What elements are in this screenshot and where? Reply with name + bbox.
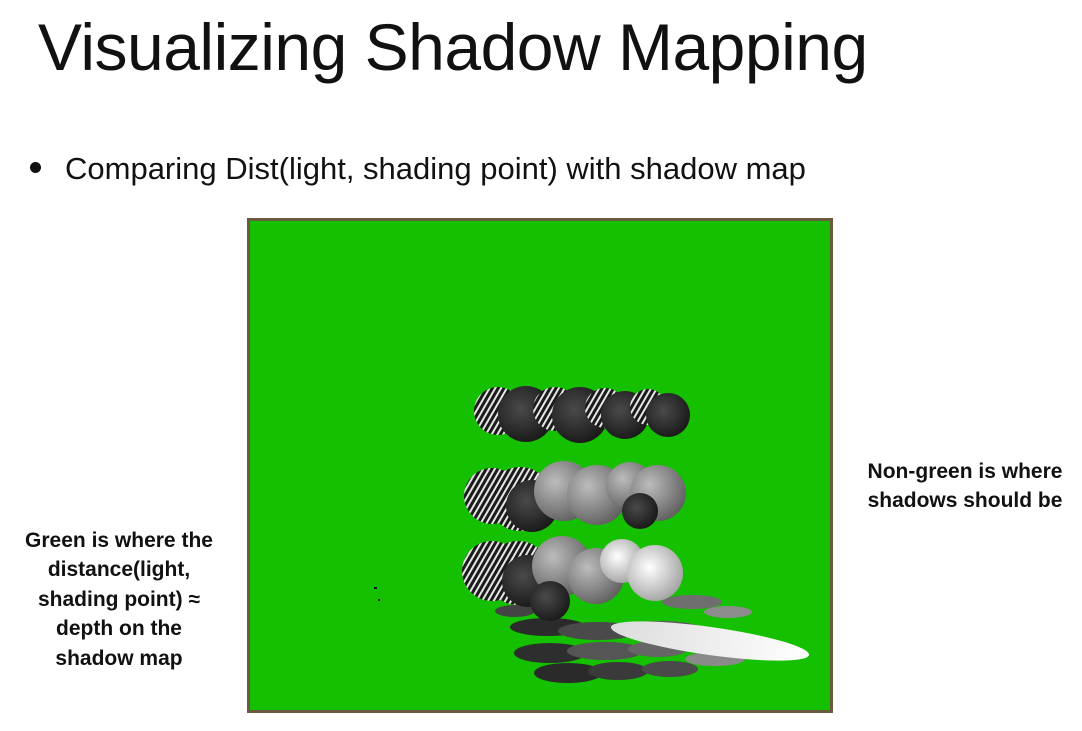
bullet-dot-icon — [30, 162, 41, 174]
sphere-row-bottom — [462, 536, 683, 621]
annotation-line: Green is where the — [25, 529, 213, 552]
annotation-line: distance(light, — [47, 558, 191, 582]
bullet-item: Comparing Dist(light, shading point) wit… — [30, 150, 806, 187]
annotation-line: shadow map — [55, 646, 183, 670]
visualization-image — [374, 386, 810, 683]
annotation-line: shadows should be — [867, 489, 1063, 513]
sphere-row-middle — [464, 461, 686, 532]
sphere-row-top — [474, 386, 690, 443]
annotation-line: depth on the — [56, 617, 182, 641]
bullet-text: Comparing Dist(light, shading point) wit… — [65, 151, 806, 186]
annotation-line: Non-green is where — [867, 460, 1063, 483]
shadow-map-visualization — [247, 218, 833, 713]
annotation-line: shading point) ≈ — [37, 587, 200, 611]
shadow-specks — [374, 587, 380, 601]
annotation-non-green-meaning: Non-green is where shadows should be — [851, 457, 1079, 516]
annotation-green-meaning: Green is where the distance(light, shadi… — [8, 526, 230, 673]
slide-title: Visualizing Shadow Mapping — [38, 10, 868, 84]
